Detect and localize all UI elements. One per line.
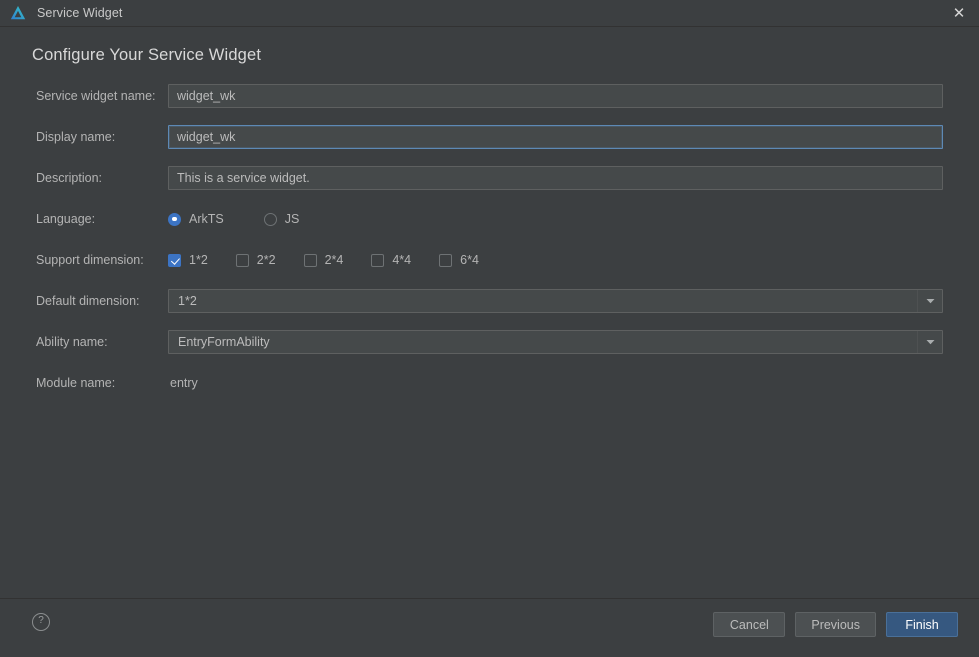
service-widget-name-input[interactable] <box>168 84 943 108</box>
module-name-label: Module name: <box>36 376 116 390</box>
display-name-field-wrap <box>168 125 943 149</box>
checkbox-unchecked-icon <box>303 253 317 267</box>
dialog-content: Configure Your Service Widget Service wi… <box>0 27 979 598</box>
close-icon[interactable]: ✕ <box>939 0 979 26</box>
row-display-name: Display name: <box>0 125 979 149</box>
language-radio-arkts-label: ArkTS <box>189 212 224 226</box>
radio-selected-icon <box>168 212 181 226</box>
description-input[interactable] <box>168 166 943 190</box>
default-dimension-field-wrap: 1*2 <box>168 289 943 313</box>
support-dimension-label-1x2: 1*2 <box>189 253 208 267</box>
deveco-logo-icon <box>10 5 26 20</box>
dialog-footer: ? Cancel Previous Finish <box>0 598 979 657</box>
description-label: Description: <box>36 171 102 185</box>
module-name-value: entry <box>170 376 198 390</box>
row-support-dimension: Support dimension: 1*2 2*2 2*4 4*4 6*4 <box>0 249 979 271</box>
service-widget-name-label: Service widget name: <box>36 89 156 103</box>
checkbox-checked-icon <box>168 253 181 267</box>
language-radio-js[interactable]: JS <box>263 212 300 226</box>
row-default-dimension: Default dimension: 1*2 <box>0 289 979 313</box>
dialog-button-bar: Cancel Previous Finish <box>703 612 958 637</box>
support-dimension-checkbox-group: 1*2 2*2 2*4 4*4 6*4 <box>168 253 943 267</box>
support-dimension-field-wrap: 1*2 2*2 2*4 4*4 6*4 <box>168 253 943 267</box>
display-name-input[interactable] <box>168 125 943 149</box>
language-label: Language: <box>36 212 96 226</box>
finish-button[interactable]: Finish <box>886 612 958 637</box>
checkbox-unchecked-icon <box>371 253 385 267</box>
cancel-button[interactable]: Cancel <box>713 612 786 637</box>
support-dimension-checkbox-6x4[interactable]: 6*4 <box>439 253 479 267</box>
checkbox-unchecked-icon <box>439 253 453 267</box>
ability-name-field-wrap: EntryFormAbility <box>168 330 943 354</box>
support-dimension-checkbox-2x4[interactable]: 2*4 <box>303 253 344 267</box>
row-ability-name: Ability name: EntryFormAbility <box>0 330 979 354</box>
service-widget-name-field-wrap <box>168 84 943 108</box>
support-dimension-label-6x4: 6*4 <box>460 253 479 267</box>
default-dimension-label: Default dimension: <box>36 294 140 308</box>
support-dimension-checkbox-1x2[interactable]: 1*2 <box>168 253 208 267</box>
support-dimension-label: Support dimension: <box>36 253 144 267</box>
previous-button[interactable]: Previous <box>795 612 876 637</box>
ability-name-value: EntryFormAbility <box>178 335 270 349</box>
window-titlebar: Service Widget ✕ <box>0 0 979 27</box>
support-dimension-label-4x4: 4*4 <box>392 253 412 267</box>
checkbox-unchecked-icon <box>235 253 249 267</box>
chevron-down-icon[interactable] <box>917 290 942 312</box>
radio-unselected-icon <box>263 212 277 226</box>
help-icon[interactable]: ? <box>32 613 50 631</box>
row-module-name: Module name: entry <box>0 372 979 394</box>
ability-name-label: Ability name: <box>36 335 108 349</box>
language-field-wrap: ArkTS JS <box>168 212 943 226</box>
default-dimension-value: 1*2 <box>178 294 197 308</box>
window-title: Service Widget <box>37 6 123 20</box>
description-field-wrap <box>168 166 943 190</box>
chevron-down-icon[interactable] <box>917 331 942 353</box>
support-dimension-label-2x2: 2*2 <box>256 253 276 267</box>
support-dimension-checkbox-2x2[interactable]: 2*2 <box>235 253 276 267</box>
display-name-label: Display name: <box>36 130 116 144</box>
default-dimension-dropdown[interactable]: 1*2 <box>168 289 943 313</box>
support-dimension-label-2x4: 2*4 <box>324 253 344 267</box>
service-widget-dialog: Service Widget ✕ Configure Your Service … <box>0 0 979 657</box>
row-service-widget-name: Service widget name: <box>0 84 979 108</box>
row-description: Description: <box>0 166 979 190</box>
configuration-form: Service widget name: Display name: Descr… <box>0 84 979 413</box>
support-dimension-checkbox-4x4[interactable]: 4*4 <box>371 253 411 267</box>
language-radio-group: ArkTS JS <box>168 212 943 226</box>
language-radio-js-label: JS <box>284 212 300 226</box>
module-name-field-wrap: entry <box>168 374 943 392</box>
language-radio-arkts[interactable]: ArkTS <box>168 212 224 226</box>
row-language: Language: ArkTS JS <box>0 208 979 230</box>
page-title: Configure Your Service Widget <box>32 46 262 64</box>
ability-name-dropdown[interactable]: EntryFormAbility <box>168 330 943 354</box>
